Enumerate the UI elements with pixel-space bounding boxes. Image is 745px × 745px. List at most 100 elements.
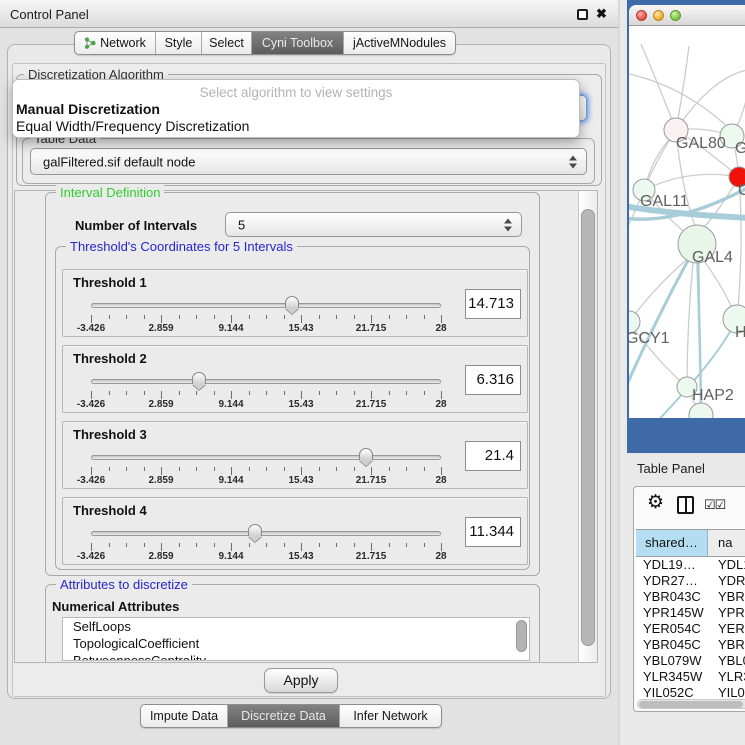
table-data-combobox[interactable]: galFiltered.sif default node <box>30 148 587 175</box>
table-cell: YBL079W <box>636 653 708 669</box>
close-traffic-light-icon[interactable] <box>636 10 647 21</box>
attribute-list-item[interactable]: TopologicalCoefficient <box>63 635 529 652</box>
slider-tick-labels: -3.4262.8599.14415.4321.71528 <box>91 475 441 487</box>
column-header-shared-name[interactable]: shared… <box>636 530 708 556</box>
table-header-row: shared… na <box>636 529 745 557</box>
tick-label: 9.144 <box>218 551 243 562</box>
tab-select[interactable]: Select <box>201 32 251 54</box>
network-edge[interactable] <box>676 70 745 130</box>
slider-tick-labels: -3.4262.8599.14415.4321.71528 <box>91 323 441 335</box>
number-of-intervals-combobox[interactable]: 5 <box>225 212 522 237</box>
network-edge[interactable] <box>687 262 693 387</box>
select-columns-icon[interactable]: ☑☑ <box>704 497 725 513</box>
tab-jactivemnodules[interactable]: jActiveMNodules <box>343 32 455 54</box>
table-row[interactable]: YPR145WYPR1 <box>636 605 745 621</box>
slider-thumb[interactable] <box>359 448 373 460</box>
tick-label: 15.43 <box>288 475 313 486</box>
horizontal-scrollbar[interactable] <box>637 699 745 709</box>
tick-label: -3.426 <box>77 323 105 334</box>
network-edge[interactable] <box>641 44 676 130</box>
node-label: GCY1 <box>629 330 670 347</box>
slider-thumb[interactable] <box>192 372 206 384</box>
tick-label: 28 <box>435 475 446 486</box>
tab-infer-network[interactable]: Infer Network <box>339 705 441 727</box>
threshold-slider[interactable] <box>91 379 441 384</box>
tab-style[interactable]: Style <box>155 32 201 54</box>
node-label: GAL4 <box>692 249 733 266</box>
threshold-panel: Threshold 4 -3.4262.8599.14415.4321.7152… <box>62 497 528 565</box>
tab-cyni-toolbox[interactable]: Cyni Toolbox <box>251 32 343 54</box>
apply-button[interactable]: Apply <box>264 668 338 693</box>
table-cell: YBR045C <box>636 637 708 653</box>
threshold-panel: Threshold 2 -3.4262.8599.14415.4321.7152… <box>62 345 528 413</box>
threshold-label: Threshold 2 <box>73 351 147 366</box>
threshold-slider[interactable] <box>91 303 441 308</box>
algorithm-dropdown-popup: Select algorithm to view settings Manual… <box>12 79 580 138</box>
tab-label: Network <box>100 32 146 54</box>
attribute-list-item[interactable]: BetweennessCentrality <box>63 652 529 661</box>
tab-network[interactable]: Network <box>75 32 155 54</box>
table-cell: YBR0 <box>708 637 745 653</box>
panel-title: Control Panel <box>10 7 89 22</box>
table-row[interactable]: YBR045CYBR0 <box>636 637 745 653</box>
float-window-icon[interactable] <box>577 9 588 20</box>
network-edge[interactable] <box>644 174 739 190</box>
threshold-value-input[interactable]: 21.4 <box>465 441 521 471</box>
tab-impute-data[interactable]: Impute Data <box>141 705 227 727</box>
dropdown-option-equal-width[interactable]: Equal Width/Frequency Discretization <box>13 118 579 135</box>
network-node[interactable] <box>689 403 713 418</box>
tick-label: -3.426 <box>77 475 105 486</box>
attribute-list[interactable]: SelfLoopsTopologicalCoefficientBetweenne… <box>62 617 530 661</box>
table-panel-title: Table Panel <box>637 461 705 476</box>
slider-thumb[interactable] <box>285 296 299 308</box>
threshold-value-input[interactable]: 6.316 <box>465 365 521 395</box>
top-tab-bar: Network Style Select Cyni Toolbox jActiv… <box>74 31 456 55</box>
table-row[interactable]: YBR043CYBR0 <box>636 589 745 605</box>
tick-label: 21.715 <box>356 323 387 334</box>
threshold-slider[interactable] <box>91 455 441 460</box>
table-row[interactable]: YBL079WYBL0 <box>636 653 745 669</box>
node-label: H <box>735 324 745 341</box>
network-edge[interactable] <box>676 46 689 130</box>
numerical-attributes-label: Numerical Attributes <box>52 599 179 614</box>
table-row[interactable]: YLR345WYLR3 <box>636 669 745 685</box>
threshold-label: Threshold 3 <box>73 427 147 442</box>
tick-label: 2.859 <box>148 323 173 334</box>
combo-arrows-icon <box>569 155 578 168</box>
threshold-value-input[interactable]: 11.344 <box>465 517 521 547</box>
scrollbar-thumb[interactable] <box>639 701 743 708</box>
threshold-slider[interactable] <box>91 531 441 536</box>
table-data-value: galFiltered.sif default node <box>43 154 195 169</box>
table-cell: YER054C <box>636 621 708 637</box>
gear-icon[interactable]: ⚙ <box>647 493 664 512</box>
close-icon[interactable]: ✖ <box>596 6 607 22</box>
tick-label: 28 <box>435 399 446 410</box>
slider-thumb[interactable] <box>248 524 262 536</box>
threshold-label: Threshold 1 <box>73 275 147 290</box>
bottom-tab-bar: Impute Data Discretize Data Infer Networ… <box>140 704 442 728</box>
table-cell: YLR345W <box>636 669 708 685</box>
vertical-scrollbar[interactable] <box>578 191 597 662</box>
threshold-value-input[interactable]: 14.713 <box>465 289 521 319</box>
scrollbar-thumb[interactable] <box>581 209 595 646</box>
zoom-traffic-light-icon[interactable] <box>670 10 681 21</box>
network-window-titlebar[interactable] <box>629 5 745 26</box>
table-row[interactable]: YDL19…YDL1 <box>636 557 745 573</box>
network-canvas[interactable]: GAL80GACGAL11GAL4GCY1HHAP2 <box>629 26 745 418</box>
column-header-name[interactable]: na <box>708 530 745 556</box>
list-scrollbar-thumb[interactable] <box>516 620 527 652</box>
table-cell: YBR043C <box>636 589 708 605</box>
attribute-list-item[interactable]: SelfLoops <box>63 618 529 635</box>
table-row[interactable]: YER054CYER0 <box>636 621 745 637</box>
table-cell: YDR27… <box>636 573 708 589</box>
columns-icon[interactable] <box>677 496 694 514</box>
tick-label: 9.144 <box>218 475 243 486</box>
minimize-traffic-light-icon[interactable] <box>653 10 664 21</box>
tab-discretize-data[interactable]: Discretize Data <box>227 705 339 727</box>
table-row[interactable]: YDR27…YDR2 <box>636 573 745 589</box>
dropdown-option-manual[interactable]: Manual Discretization <box>13 101 579 118</box>
tick-label: 9.144 <box>218 323 243 334</box>
tick-label: 2.859 <box>148 399 173 410</box>
tick-label: 21.715 <box>356 551 387 562</box>
table-cell: YBR0 <box>708 589 745 605</box>
